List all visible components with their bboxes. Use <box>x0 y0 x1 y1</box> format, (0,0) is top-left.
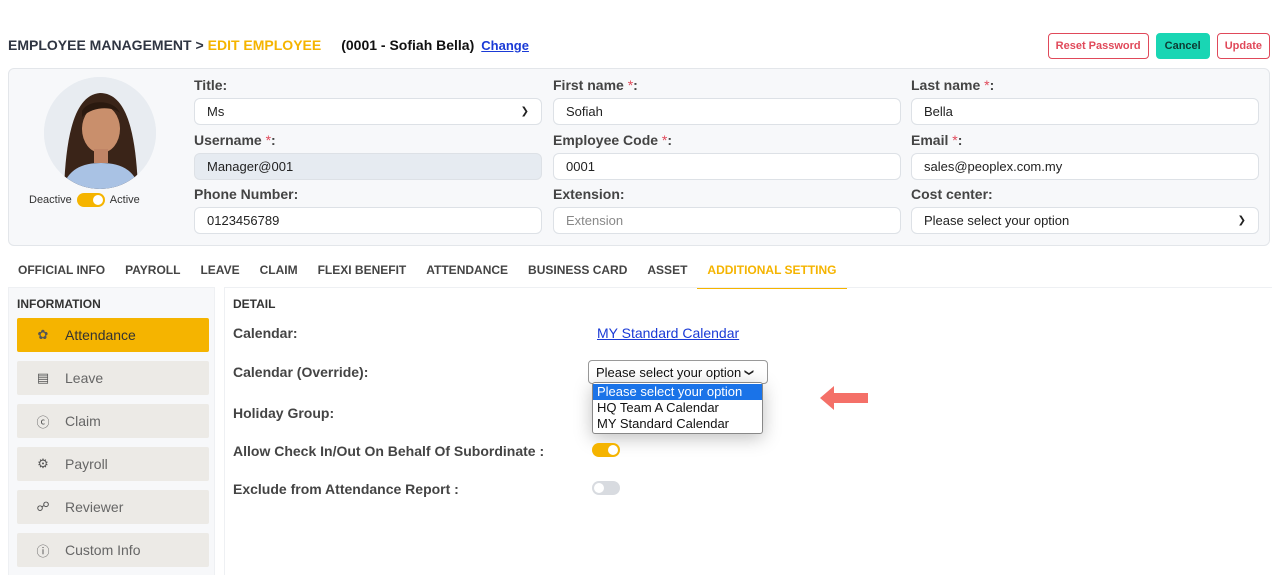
sidebar-item-claim[interactable]: ⓒ Claim <box>17 404 209 438</box>
info-icon: ⓘ <box>36 543 50 559</box>
phone-field: Phone Number: 0123456789 <box>194 185 542 234</box>
gear-icon: ⚙ <box>37 456 49 471</box>
sidebar-item-label: Leave <box>65 370 104 386</box>
sidebar-item-label: Claim <box>65 413 101 429</box>
allow-checkin-label: Allow Check In/Out On Behalf Of Subordin… <box>233 443 545 459</box>
chevron-down-icon: ❯ <box>1237 215 1246 226</box>
sidebar-title: INFORMATION <box>17 297 101 311</box>
breadcrumb-section: EMPLOYEE MANAGEMENT > <box>8 37 204 53</box>
fingerprint-icon: ✿ <box>37 327 49 342</box>
email-input[interactable]: sales@peoplex.com.my <box>911 153 1259 180</box>
employee-code-label: Employee Code *: <box>553 132 673 148</box>
sidebar-item-attendance[interactable]: ✿ Attendance <box>17 318 209 352</box>
sidebar-item-custom-info[interactable]: ⓘ Custom Info <box>17 533 209 567</box>
employee-code-field: Employee Code *: 0001 <box>553 131 901 180</box>
sidebar-item-label: Attendance <box>65 327 136 343</box>
employee-code-input[interactable]: 0001 <box>553 153 901 180</box>
dollar-circle-icon: ⓒ <box>36 414 50 430</box>
first-name-input[interactable]: Sofiah <box>553 98 901 125</box>
status-active-label: Active <box>109 194 140 206</box>
status-deactive-label: Deactive <box>29 194 72 206</box>
first-name-field: First name *: Sofiah <box>553 76 901 125</box>
tab-official-info[interactable]: OFFICIAL INFO <box>8 260 115 289</box>
tab-leave[interactable]: LEAVE <box>190 260 249 289</box>
page-header: EMPLOYEE MANAGEMENT > EDIT EMPLOYEE (000… <box>8 34 529 56</box>
calendar-link[interactable]: MY Standard Calendar <box>597 325 739 341</box>
holiday-group-label: Holiday Group: <box>233 405 335 421</box>
last-name-field: Last name *: Bella <box>911 76 1259 125</box>
phone-input[interactable]: 0123456789 <box>194 207 542 234</box>
active-toggle[interactable] <box>76 193 105 207</box>
email-label: Email *: <box>911 132 963 148</box>
calendar-override-dropdown: Please select your option HQ Team A Cale… <box>592 382 763 434</box>
avatar-image <box>44 77 156 189</box>
title-field: Title: Ms ❯ <box>194 76 542 125</box>
calendar-override-label: Calendar (Override): <box>233 364 369 380</box>
tab-asset[interactable]: ASSET <box>637 260 697 289</box>
change-employee-link[interactable]: Change <box>481 38 529 53</box>
tab-payroll[interactable]: PAYROLL <box>115 260 190 289</box>
chevron-down-icon: ❯ <box>520 106 529 117</box>
calendar-icon: ▤ <box>36 370 50 385</box>
detail-panel: DETAIL Calendar: MY Standard Calendar Ca… <box>224 287 1272 575</box>
exclude-report-toggle[interactable] <box>592 481 620 495</box>
sidebar-item-label: Reviewer <box>65 499 124 515</box>
tab-additional-setting[interactable]: ADDITIONAL SETTING <box>697 260 847 289</box>
detail-title: DETAIL <box>233 297 276 311</box>
cost-center-label: Cost center: <box>911 186 993 202</box>
employee-status: Deactive Active <box>29 193 140 207</box>
username-label: Username *: <box>194 132 276 148</box>
title-label: Title: <box>194 77 228 93</box>
avatar <box>44 77 156 189</box>
sidebar-item-label: Payroll <box>65 456 108 472</box>
tab-attendance[interactable]: ATTENDANCE <box>416 260 518 289</box>
dropdown-option[interactable]: Please select your option <box>593 384 762 400</box>
calendar-override-select[interactable]: Please select your option ❯ <box>588 360 768 384</box>
breadcrumb-page: EDIT EMPLOYEE <box>207 37 322 53</box>
calendar-label: Calendar: <box>233 325 298 341</box>
email-field: Email *: sales@peoplex.com.my <box>911 131 1259 180</box>
update-button[interactable]: Update <box>1216 33 1270 59</box>
profile-card: Deactive Active Title: Ms ❯ First name *… <box>8 68 1270 246</box>
dropdown-option[interactable]: HQ Team A Calendar <box>593 400 762 416</box>
last-name-label: Last name *: <box>911 77 995 93</box>
pointer-arrow-icon <box>820 386 868 410</box>
sidebar-item-label: Custom Info <box>65 542 141 558</box>
header-actions: Reset Password Cancel Update <box>1047 33 1270 59</box>
cancel-button[interactable]: Cancel <box>1155 33 1210 59</box>
tab-flexi-benefit[interactable]: FLEXI BENEFIT <box>308 260 417 289</box>
phone-label: Phone Number: <box>194 186 299 202</box>
dropdown-option[interactable]: MY Standard Calendar <box>593 416 762 432</box>
cost-center-field: Cost center: Please select your option ❯ <box>911 185 1259 234</box>
tab-bar: OFFICIAL INFO PAYROLL LEAVE CLAIM FLEXI … <box>8 260 847 289</box>
extension-field: Extension: Extension <box>553 185 901 234</box>
cost-center-select[interactable]: Please select your option ❯ <box>911 207 1259 234</box>
extension-input[interactable]: Extension <box>553 207 901 234</box>
title-select[interactable]: Ms ❯ <box>194 98 542 125</box>
first-name-label: First name *: <box>553 77 638 93</box>
sidebar-item-payroll[interactable]: ⚙ Payroll <box>17 447 209 481</box>
hierarchy-icon: ☍ <box>36 499 50 514</box>
username-input: Manager@001 <box>194 153 542 180</box>
tab-claim[interactable]: CLAIM <box>250 260 308 289</box>
reset-password-button[interactable]: Reset Password <box>1047 33 1149 59</box>
last-name-input[interactable]: Bella <box>911 98 1259 125</box>
username-field: Username *: Manager@001 <box>194 131 542 180</box>
sidebar-item-leave[interactable]: ▤ Leave <box>17 361 209 395</box>
extension-label: Extension: <box>553 186 625 202</box>
information-sidebar: INFORMATION ✿ Attendance ▤ Leave ⓒ Claim… <box>8 287 215 575</box>
exclude-report-label: Exclude from Attendance Report : <box>233 481 459 497</box>
chevron-down-icon: ❯ <box>744 368 755 376</box>
sidebar-item-reviewer[interactable]: ☍ Reviewer <box>17 490 209 524</box>
allow-checkin-toggle[interactable] <box>592 443 620 457</box>
title-value: Ms <box>207 104 225 119</box>
employee-identifier: (0001 - Sofiah Bella) <box>341 37 475 53</box>
tab-business-card[interactable]: BUSINESS CARD <box>518 260 637 289</box>
